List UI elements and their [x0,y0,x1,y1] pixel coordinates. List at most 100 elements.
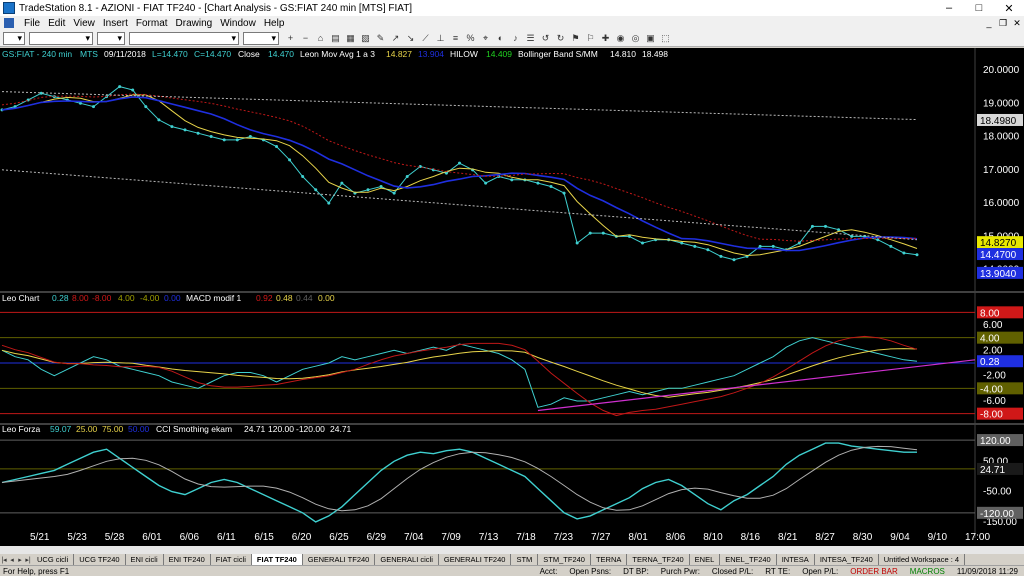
toolbar-tool-icon[interactable]: ◎ [629,32,642,45]
workspace-tab[interactable]: Untitled Workspace : 4 [879,554,966,565]
toolbar-tool-icon[interactable]: ⚐ [584,32,597,45]
toolbar-tool-icon[interactable]: ✎ [374,32,387,45]
price-header-bollinger-value1: 14.810 [610,49,636,59]
forza-axis-marker-label: 24.71 [980,465,1005,476]
chevron-down-icon: ▾ [117,32,122,43]
toolbar-tool-icon[interactable]: ▣ [644,32,657,45]
toolbar-tool-icon[interactable]: ⬚ [659,32,672,45]
workspace-tab[interactable]: FIAT TF240 [251,554,303,565]
workspace-tab[interactable]: FIAT cicli [211,554,252,565]
workspace-tab[interactable]: TERNA_TF240 [627,554,690,565]
tab-prev-icon[interactable]: ◂ [8,556,16,564]
workspace-tab[interactable]: ENI cicli [126,554,164,565]
forza-header-v2: 25.00 [76,424,98,434]
mdi-minimize-button[interactable]: _ [982,18,996,28]
workspace-tab[interactable]: GENERALI TF240 [439,554,512,565]
workspace-tab[interactable]: STM_TF240 [538,554,591,565]
toolbar-tool-icon[interactable]: ♪ [509,32,522,45]
menu-window[interactable]: Window [216,18,260,29]
toolbar-tool-icon[interactable]: ☰ [524,32,537,45]
workspace-tab[interactable]: ENEL_TF240 [720,554,777,565]
close-button[interactable]: ✕ [994,0,1024,16]
toolbar-tool-icon[interactable]: % [464,32,477,45]
maximize-button[interactable]: □ [964,0,994,16]
date-tick-label: 8/10 [703,532,723,543]
bollinger-mid-line [1,93,918,242]
tab-last-icon[interactable]: ▸| [24,556,32,564]
price-point [405,174,409,178]
toolbar-tool-icon[interactable]: ◉ [614,32,627,45]
workspace-tab[interactable]: TERNA [591,554,628,565]
toolbar-select-1[interactable]: ▾ [3,31,25,45]
menu-insert[interactable]: Insert [99,18,132,29]
toolbar-tool-icon[interactable]: ⌖ [479,32,492,45]
menu-bar: File Edit View Insert Format Drawing Win… [0,16,1024,30]
horizontal-scrollbar[interactable] [0,546,1024,554]
toolbar-tool-icon[interactable]: − [299,32,312,45]
toolbar-tool-icon[interactable]: ⌂ [314,32,327,45]
tab-next-icon[interactable]: ▸ [16,556,24,564]
document-icon[interactable] [4,18,14,28]
menu-file[interactable]: File [20,18,44,29]
workspace-tab[interactable]: GENERALI TF240 [303,554,376,565]
title-bar: TradeStation 8.1 - AZIONI - FIAT TF240 -… [0,0,1024,16]
toolbar-tool-icon[interactable]: ↻ [554,32,567,45]
toolbar-tool-icon[interactable]: ◐ [494,32,507,45]
price-point [902,251,906,255]
toolbar-select-3[interactable]: ▾ [97,31,125,45]
date-tick-label: 17:00 [965,532,990,543]
workspace-tab[interactable]: ENI TF240 [164,554,211,565]
toolbar-tool-icon[interactable]: ⟋ [419,32,432,45]
minimize-button[interactable]: – [934,0,964,16]
toolbar-tool-icon[interactable]: ↺ [539,32,552,45]
price-point [301,174,305,178]
toolbar-tool-icon[interactable]: ▧ [359,32,372,45]
toolbar-tool-icon[interactable]: ≡ [449,32,462,45]
status-order-bar[interactable]: ORDER BAR [844,567,904,576]
price-point [222,138,226,142]
menu-edit[interactable]: Edit [44,18,69,29]
workspace-tab[interactable]: ENEL [690,554,721,565]
mdi-close-button[interactable]: ✕ [1010,18,1024,29]
toolbar-tool-icon[interactable]: ▤ [329,32,342,45]
menu-drawing[interactable]: Drawing [172,18,217,29]
price-point [758,244,762,248]
price-header-hilow-value: 14.409 [486,49,512,59]
price-point [275,145,278,149]
workspace-tab[interactable]: INTESA_TF240 [815,554,879,565]
tab-first-icon[interactable]: |◂ [0,556,8,564]
workspace-tab[interactable]: INTESA [777,554,815,565]
toolbar-tool-icon[interactable]: ↘ [404,32,417,45]
toolbar-tool-icon[interactable]: + [284,32,297,45]
bollinger-lower-line [1,169,918,241]
toolbar-select-4[interactable]: ▾ [129,31,239,45]
workspace-tab[interactable]: GENERALI cicli [375,554,439,565]
leo-axis-marker-label: -4.00 [980,384,1003,395]
toolbar-tool-icon[interactable]: ⊥ [434,32,447,45]
status-acct: Acct: [539,566,558,576]
toolbar-tool-icon[interactable]: ✚ [599,32,612,45]
leo-header-macd3: 0.44 [296,293,313,303]
price-point [641,241,644,245]
date-tick-label: 7/23 [554,532,574,543]
date-tick-label: 8/01 [628,532,648,543]
chart-analysis-window[interactable]: GS:FIAT - 240 min MTS 09/11/2018 L=14.47… [0,48,1024,546]
workspace-tab[interactable]: STM [511,554,539,565]
toolbar-tool-icon[interactable]: ⚑ [569,32,582,45]
date-tick-label: 8/27 [815,532,835,543]
menu-format[interactable]: Format [132,18,172,29]
leo-header-v2: 8.00 [72,293,89,303]
chart-canvas[interactable]: GS:FIAT - 240 min MTS 09/11/2018 L=14.47… [0,48,1024,546]
price-point [693,244,697,248]
toolbar-tool-icon[interactable]: ▦ [344,32,357,45]
toolbar-select-2[interactable]: ▾ [29,31,93,45]
mdi-restore-button[interactable]: ❐ [996,18,1010,29]
price-point [771,244,775,248]
menu-help[interactable]: Help [260,18,289,29]
menu-view[interactable]: View [69,18,99,29]
toolbar-tool-icon[interactable]: ↗ [389,32,402,45]
workspace-tab[interactable]: UCG cicli [32,554,75,565]
toolbar-select-5[interactable]: ▾ [243,31,279,45]
workspace-tab[interactable]: UCG TF240 [74,554,126,565]
status-macros[interactable]: MACROS [904,567,951,576]
